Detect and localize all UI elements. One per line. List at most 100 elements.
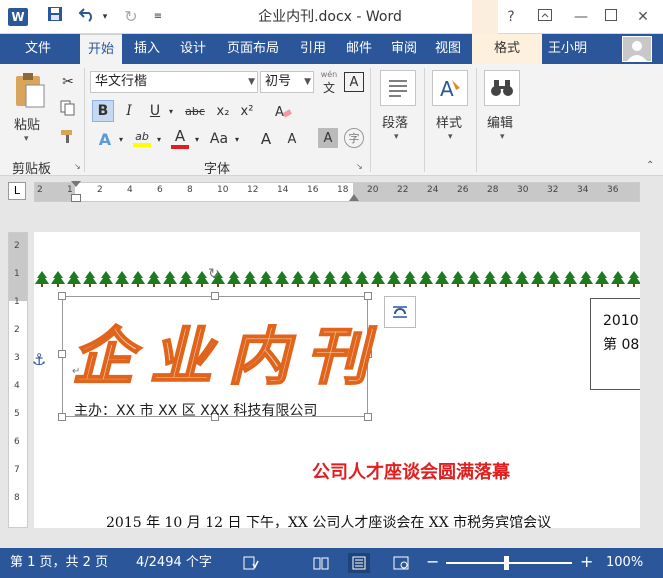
italic-button[interactable]: I <box>118 100 140 122</box>
proofing-icon[interactable] <box>240 553 262 573</box>
editing-button[interactable]: 编辑 <box>487 112 513 131</box>
subscript-button[interactable]: x₂ <box>212 100 234 122</box>
styles-dropdown-icon[interactable]: ▾ <box>448 132 453 142</box>
tab-design[interactable]: 设计 <box>172 34 214 64</box>
tab-page-layout[interactable]: 页面布局 <box>218 34 288 64</box>
underline-dropdown-icon[interactable]: ▾ <box>166 100 176 122</box>
close-icon[interactable]: ✕ <box>632 6 654 28</box>
editing-dropdown-icon[interactable]: ▾ <box>500 132 505 142</box>
paragraph-dropdown-icon[interactable]: ▾ <box>394 132 399 142</box>
first-line-indent-marker[interactable] <box>71 181 81 187</box>
customize-qat-icon[interactable]: ≡ <box>150 6 166 28</box>
help-button[interactable]: ? <box>500 6 522 28</box>
font-color-dropdown-icon[interactable]: ▾ <box>192 128 202 150</box>
document-page[interactable]: ↻ ⚓ 企业内刊 ↵ 主办：XX 市 XX 区 XXX 科技有限公司 2010 … <box>32 232 650 531</box>
rotate-handle-icon[interactable]: ↻ <box>206 266 222 282</box>
maximize-icon[interactable] <box>600 6 622 28</box>
font-size-combo[interactable]: 初号 ▼ <box>260 71 314 93</box>
resize-handle[interactable] <box>364 413 372 421</box>
format-painter-icon[interactable] <box>58 126 78 146</box>
save-icon[interactable] <box>44 6 66 28</box>
resize-handle[interactable] <box>364 292 372 300</box>
copy-icon[interactable] <box>58 98 78 118</box>
shrink-font-button[interactable]: A <box>282 128 302 150</box>
character-border-button[interactable]: A <box>344 72 364 92</box>
zoom-level[interactable]: 100% <box>606 548 643 578</box>
change-case-button[interactable]: Aa <box>206 128 232 150</box>
left-indent-marker[interactable] <box>71 194 81 202</box>
sponsor-line[interactable]: 主办：XX 市 XX 区 XXX 科技有限公司 <box>74 400 317 420</box>
tree-icon <box>355 271 369 284</box>
ruler-tick-label: 36 <box>607 185 619 195</box>
resize-handle[interactable] <box>58 292 66 300</box>
vertical-ruler[interactable]: 2 1 1 2 3 4 5 6 7 8 <box>8 232 28 528</box>
tab-references[interactable]: 引用 <box>292 34 334 64</box>
font-launcher-icon[interactable]: ↘ <box>356 162 363 171</box>
collapse-ribbon-icon[interactable]: ⌃ <box>646 160 654 171</box>
chevron-down-icon[interactable]: ▼ <box>304 72 311 92</box>
paste-label[interactable]: 粘贴 <box>14 114 40 133</box>
tab-file[interactable]: 文件 <box>12 34 64 64</box>
clipboard-launcher-icon[interactable]: ↘ <box>74 162 81 171</box>
minimize-icon[interactable]: — <box>570 6 592 28</box>
clear-formatting-icon[interactable]: A <box>272 100 294 122</box>
text-effects-button[interactable]: A <box>94 128 116 150</box>
undo-dropdown-icon[interactable]: ▾ <box>100 6 110 28</box>
strikethrough-button[interactable]: abc <box>180 100 210 122</box>
horizontal-scrollbar[interactable] <box>0 528 663 548</box>
wordart-title[interactable]: 企业内刊 <box>71 306 384 396</box>
tab-selector-icon[interactable]: L <box>8 182 26 200</box>
superscript-button[interactable]: x² <box>236 100 258 122</box>
zoom-slider-thumb[interactable] <box>504 556 509 570</box>
highlight-button[interactable]: ab <box>130 126 154 150</box>
tab-format[interactable]: 格式 <box>472 34 542 64</box>
word-count[interactable]: 4/2494 个字 <box>136 548 212 578</box>
tab-review[interactable]: 审阅 <box>384 34 424 64</box>
resize-handle[interactable] <box>58 413 66 421</box>
tab-mailings[interactable]: 邮件 <box>338 34 380 64</box>
grow-font-button[interactable]: A <box>256 128 276 150</box>
avatar[interactable] <box>622 36 652 62</box>
undo-icon[interactable] <box>76 6 98 28</box>
web-layout-icon[interactable] <box>390 553 412 573</box>
highlight-dropdown-icon[interactable]: ▾ <box>154 128 164 150</box>
print-layout-icon[interactable] <box>348 553 370 573</box>
zoom-slider[interactable] <box>446 562 572 564</box>
tab-home[interactable]: 开始 <box>80 34 122 64</box>
underline-button[interactable]: U <box>144 100 166 122</box>
paste-icon[interactable] <box>10 70 50 110</box>
user-name[interactable]: 王小明 <box>548 34 587 64</box>
layout-options-icon[interactable] <box>384 296 416 328</box>
change-case-dropdown-icon[interactable]: ▾ <box>232 128 242 150</box>
horizontal-ruler[interactable]: 2 1 2 4 6 8 10 12 14 16 18 20 22 24 26 28 30 32 34 36 <box>34 181 640 202</box>
font-name-combo[interactable]: 华文行楷 ▼ <box>90 71 258 93</box>
zoom-out-icon[interactable]: − <box>426 552 439 572</box>
font-color-button[interactable]: A <box>168 126 192 150</box>
paragraph-icon[interactable] <box>380 70 416 106</box>
ribbon-display-options-icon[interactable] <box>534 6 556 28</box>
tab-view[interactable]: 视图 <box>428 34 468 64</box>
vertical-scrollbar[interactable] <box>640 206 663 528</box>
resize-handle[interactable] <box>211 292 219 300</box>
resize-handle[interactable] <box>58 350 66 358</box>
styles-icon[interactable]: A <box>432 70 468 106</box>
paste-dropdown-icon[interactable]: ▾ <box>24 134 29 144</box>
chevron-down-icon[interactable]: ▼ <box>248 72 255 92</box>
redo-icon[interactable]: ↻ <box>120 6 142 28</box>
paragraph-button[interactable]: 段落 <box>382 112 408 131</box>
character-shading-button[interactable]: A <box>318 128 338 148</box>
enclose-characters-button[interactable]: 字 <box>344 128 364 148</box>
zoom-in-icon[interactable]: + <box>580 552 593 572</box>
page-count[interactable]: 第 1 页，共 2 页 <box>10 548 108 578</box>
read-mode-icon[interactable] <box>310 553 332 573</box>
bold-button[interactable]: B <box>92 100 114 122</box>
article-headline[interactable]: 公司人才座谈会圆满落幕 <box>312 458 510 484</box>
right-indent-marker[interactable] <box>349 194 359 201</box>
cut-icon[interactable]: ✂ <box>58 72 78 92</box>
word-app-icon[interactable]: W <box>8 8 28 26</box>
phonetic-guide-button[interactable]: wén 文 <box>318 70 340 96</box>
styles-button[interactable]: 样式 <box>436 112 462 131</box>
tab-insert[interactable]: 插入 <box>126 34 168 64</box>
binoculars-icon[interactable] <box>484 70 520 106</box>
text-effects-dropdown-icon[interactable]: ▾ <box>116 128 126 150</box>
